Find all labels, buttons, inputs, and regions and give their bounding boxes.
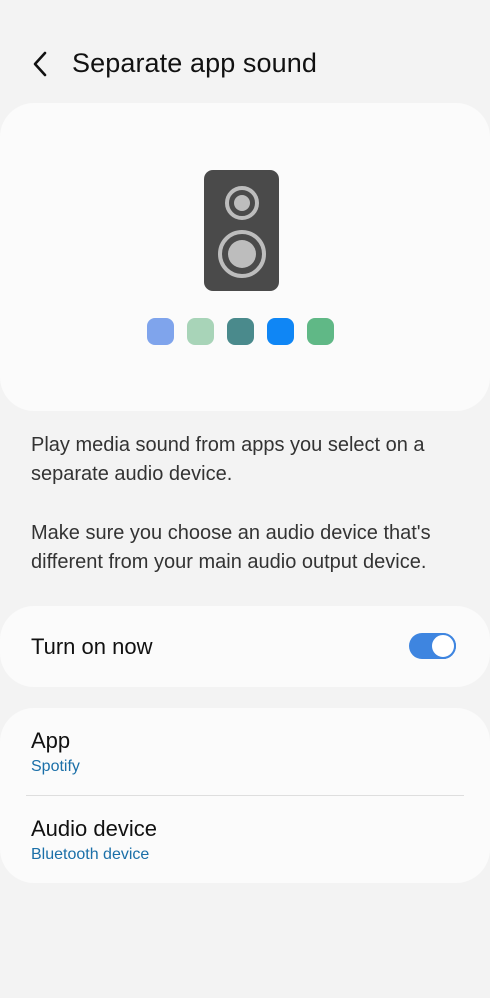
app-color-dot — [307, 318, 334, 345]
audio-device-row[interactable]: Audio device Bluetooth device — [0, 796, 490, 883]
page-title: Separate app sound — [72, 48, 317, 78]
turn-on-row[interactable]: Turn on now — [0, 606, 490, 687]
app-color-dot — [227, 318, 254, 345]
chevron-left-icon — [33, 51, 47, 77]
switch-knob — [430, 633, 456, 659]
app-color-dots — [147, 318, 334, 345]
speaker-icon — [204, 170, 279, 291]
turn-on-switch[interactable] — [409, 633, 456, 659]
app-header: Separate app sound — [0, 28, 490, 98]
hero-illustration-card — [0, 103, 490, 411]
app-color-dot — [267, 318, 294, 345]
audio-device-row-title: Audio device — [31, 816, 157, 841]
audio-device-row-value: Bluetooth device — [31, 846, 150, 863]
turn-on-label: Turn on now — [31, 634, 153, 659]
back-button[interactable] — [22, 46, 58, 82]
app-color-dot — [187, 318, 214, 345]
settings-card: App Spotify Audio device Bluetooth devic… — [0, 708, 490, 883]
description-hint-text: Make sure you choose an audio device tha… — [31, 522, 431, 573]
app-row-value: Spotify — [31, 758, 80, 775]
app-color-dot — [147, 318, 174, 345]
app-row-title: App — [31, 728, 71, 753]
app-row[interactable]: App Spotify — [0, 708, 490, 795]
description-text: Play media sound from apps you select on… — [31, 434, 425, 485]
